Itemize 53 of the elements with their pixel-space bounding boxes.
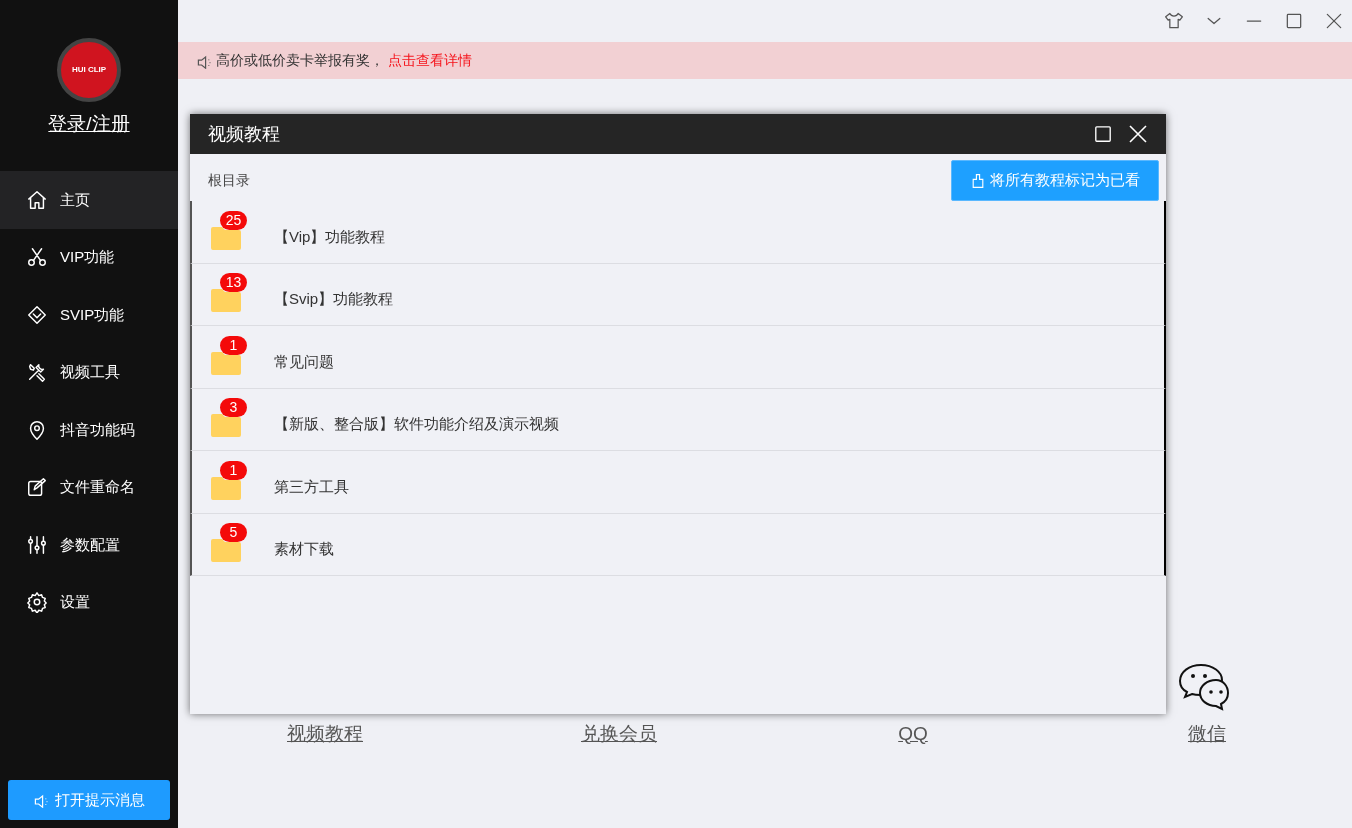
folder-name: 【Svip】功能教程 — [274, 289, 394, 309]
tools-icon — [26, 361, 48, 384]
settings-icon — [26, 591, 48, 614]
folder-name: 素材下载 — [274, 539, 334, 559]
sidebar-item[interactable]: 视频工具 — [0, 343, 178, 401]
folder-row[interactable]: 3 【新版、整合版】软件功能介绍及演示视频 — [190, 388, 1166, 451]
count-badge: 3 — [220, 398, 247, 418]
sidebar-item[interactable]: 抖音功能码 — [0, 401, 178, 459]
folder-icon — [210, 537, 242, 564]
sidebar-item[interactable]: 参数配置 — [0, 516, 178, 574]
folder-name: 【新版、整合版】软件功能介绍及演示视频 — [274, 414, 559, 434]
folder-icon — [210, 412, 242, 439]
diamond-icon — [26, 303, 48, 326]
folder-name: 第三方工具 — [274, 476, 349, 497]
sidebar-item[interactable]: 主页 — [0, 171, 178, 229]
folder-name: 常见问题 — [274, 351, 334, 372]
folder-row[interactable]: 13 【Svip】功能教程 — [190, 263, 1166, 326]
shortcut-label[interactable]: 兑换会员 — [581, 719, 657, 748]
folder-icon — [210, 349, 242, 376]
sidebar-item[interactable]: SVIP功能 — [0, 286, 178, 344]
folder-row[interactable]: 5 素材下载 — [190, 513, 1166, 576]
folder-row[interactable]: 1 第三方工具 — [190, 451, 1166, 514]
sidebar-item[interactable]: VIP功能 — [0, 228, 178, 286]
scissors-icon — [26, 246, 48, 269]
folder-icon — [210, 224, 242, 251]
speaker-icon — [33, 792, 49, 808]
brush-icon — [970, 172, 986, 189]
notice-text: 高价或低价卖卡举报有奖， — [216, 51, 384, 70]
home-icon — [26, 188, 48, 211]
sidebar-item[interactable]: 文件重命名 — [0, 458, 178, 516]
sliders-icon — [26, 533, 48, 556]
shortcut-label[interactable]: 视频教程 — [287, 719, 363, 748]
folder-icon — [210, 287, 242, 314]
count-badge: 1 — [220, 335, 247, 355]
breadcrumb[interactable]: 根目录 — [208, 170, 250, 191]
folder-row[interactable]: 1 常见问题 — [190, 326, 1166, 389]
dialog-title: 视频教程 — [208, 122, 281, 146]
sidebar-item[interactable]: 设置 — [0, 573, 178, 631]
count-badge: 5 — [220, 523, 247, 543]
folder-name: 【Vip】功能教程 — [274, 226, 386, 247]
logo: HUI CLIP — [57, 38, 121, 102]
count-badge: 1 — [220, 460, 247, 480]
count-badge: 13 — [220, 273, 247, 293]
close-icon[interactable] — [1324, 11, 1344, 31]
folder-row[interactable]: 25 【Vip】功能教程 — [190, 201, 1166, 264]
edit-icon — [26, 476, 48, 499]
maximize-icon[interactable] — [1284, 11, 1304, 31]
shirt-icon[interactable] — [1164, 11, 1184, 31]
shortcut-label[interactable]: 微信 — [1188, 719, 1226, 748]
login-link[interactable]: 登录/注册 — [48, 110, 130, 139]
folder-icon — [210, 474, 242, 501]
shortcut-label[interactable]: QQ — [898, 719, 928, 748]
count-badge: 25 — [220, 210, 247, 230]
